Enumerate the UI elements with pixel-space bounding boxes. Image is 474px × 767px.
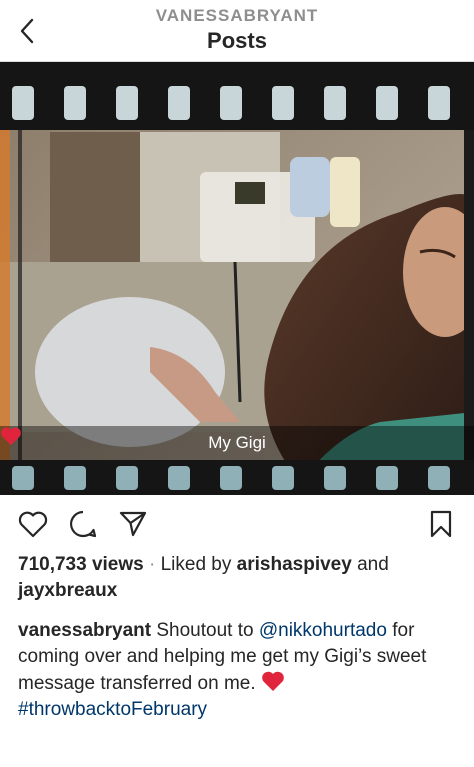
liker-username-2[interactable]: jayxbreaux xyxy=(18,580,117,601)
caption-hashtag[interactable]: #throwbacktoFebruary xyxy=(18,699,207,720)
heart-emoji-icon xyxy=(1,427,21,446)
view-count: 710,733 views xyxy=(18,554,144,575)
header-username: VANESSABRYANT xyxy=(155,6,319,25)
caption-text-1: Shoutout to xyxy=(156,620,254,641)
caption-author[interactable]: vanessabryant xyxy=(18,620,151,641)
caption-mention[interactable]: @nikkohurtado xyxy=(259,620,387,641)
red-heart-emoji-icon xyxy=(262,671,284,691)
liked-by-label: Liked by xyxy=(160,554,232,575)
liker-username-1[interactable]: arishaspivey xyxy=(237,554,352,575)
stats-separator: · xyxy=(149,554,156,575)
comment-button[interactable] xyxy=(66,507,100,541)
share-button[interactable] xyxy=(116,507,150,541)
and-label: and xyxy=(357,554,389,575)
save-button[interactable] xyxy=(424,507,458,541)
comment-icon xyxy=(70,510,97,538)
action-bar xyxy=(0,505,474,545)
page-title: Posts xyxy=(207,28,267,53)
bookmark-icon xyxy=(430,510,452,538)
photo-text-overlay: My Gigi xyxy=(0,426,474,460)
heart-outline-icon xyxy=(18,511,48,538)
like-button[interactable] xyxy=(16,507,50,541)
send-icon xyxy=(119,511,147,537)
post-caption: vanessabryant Shoutout to @nikkohurtado … xyxy=(18,618,464,723)
overlay-text: My Gigi xyxy=(208,433,266,452)
post-stats: 710,733 views · Liked by arishaspivey an… xyxy=(18,552,464,604)
post-photo[interactable]: My Gigi xyxy=(0,62,474,495)
top-bar: VANESSABRYANT Posts xyxy=(0,0,474,62)
